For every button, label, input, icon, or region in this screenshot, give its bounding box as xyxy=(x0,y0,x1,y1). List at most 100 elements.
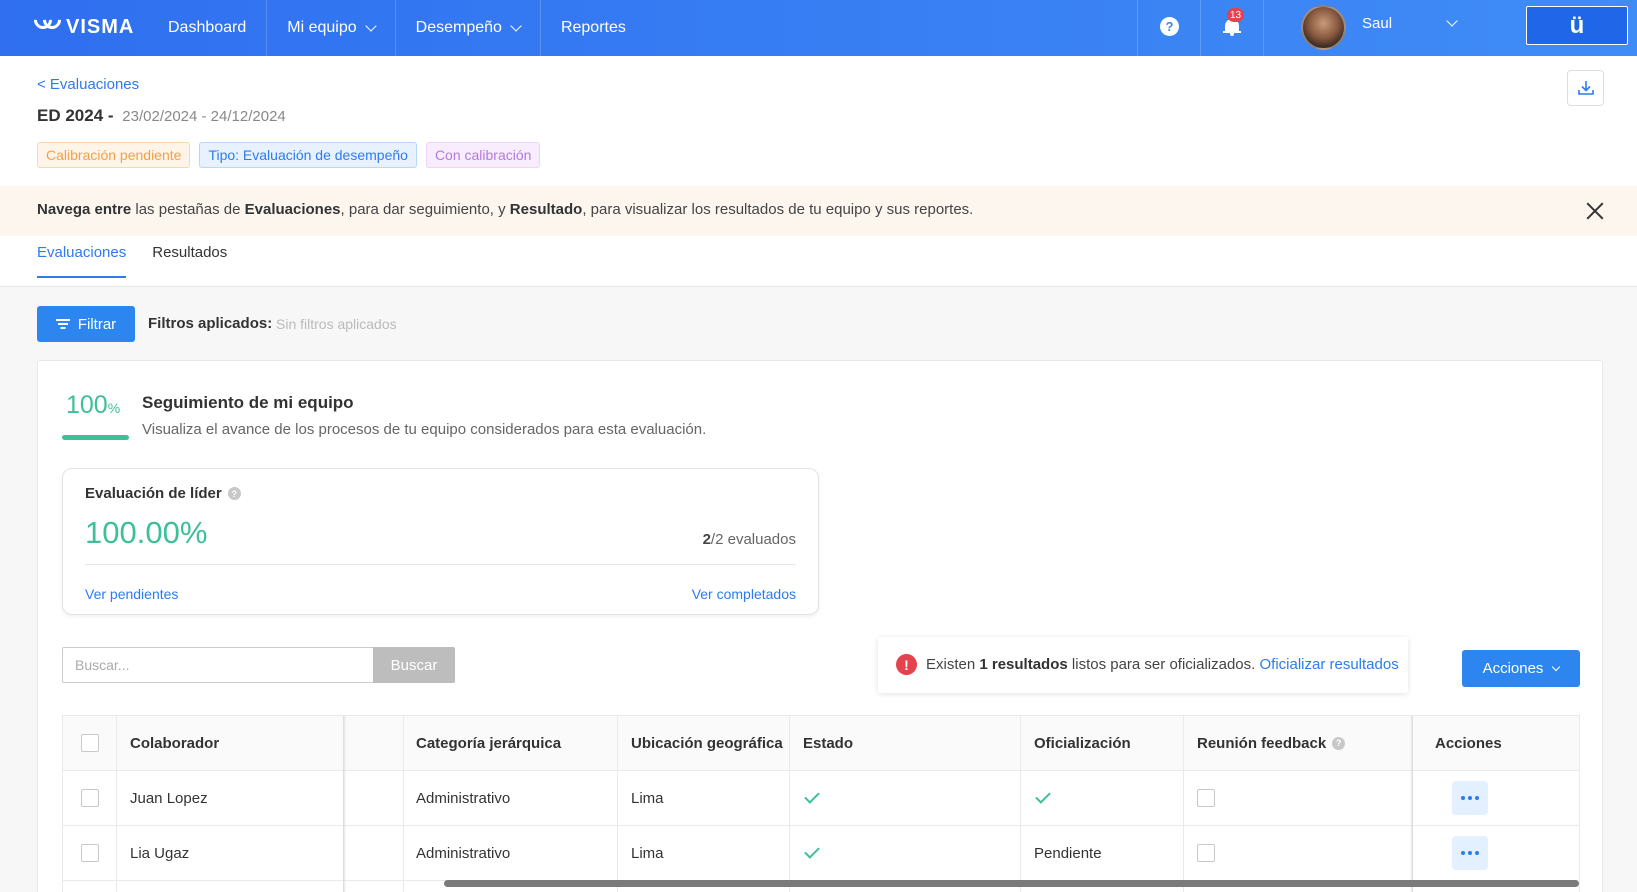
view-pending-link[interactable]: Ver pendientes xyxy=(85,586,178,602)
feedback-checkbox[interactable] xyxy=(1197,844,1215,862)
divider xyxy=(1200,0,1201,56)
header-ubicacion[interactable]: Ubicación geográfica xyxy=(631,716,783,770)
cell-colaborador[interactable]: Juan Lopez xyxy=(130,771,208,825)
tab-resultados[interactable]: Resultados xyxy=(152,244,227,278)
info-banner: Navega entre las pestañas de Evaluacione… xyxy=(0,186,1637,236)
nav-item-label: Desempeño xyxy=(415,19,502,36)
close-icon[interactable] xyxy=(1586,202,1604,220)
header-reunion-label: Reunión feedback xyxy=(1197,734,1327,752)
divider xyxy=(1137,0,1138,56)
tracking-percent: 100% xyxy=(66,391,120,420)
frozen-column-shadow xyxy=(343,716,346,892)
cell-colaborador[interactable]: Lia Ugaz xyxy=(130,826,189,880)
nav-item-desempeno[interactable]: Desempeño xyxy=(396,0,541,56)
column-divider xyxy=(116,716,117,892)
more-actions-button[interactable] xyxy=(1452,781,1488,815)
team-tracking-card: 100% Seguimiento de mi equipo Visualiza … xyxy=(37,360,1603,892)
evaluated-count-total: /2 evaluados xyxy=(710,531,796,548)
leader-evaluation-title-text: Evaluación de líder xyxy=(85,485,222,502)
download-icon xyxy=(1577,81,1594,95)
tracking-progress-bar xyxy=(62,435,129,440)
tracking-percent-value: 100 xyxy=(66,391,108,419)
help-icon[interactable]: ? xyxy=(1332,736,1346,750)
cell-oficializacion: Pendiente xyxy=(1034,844,1102,862)
banner-text-part: , para visualizar los resultados de tu e… xyxy=(582,201,974,218)
download-button[interactable] xyxy=(1567,70,1604,106)
cell-ubicacion: Lima xyxy=(631,844,664,862)
cell-acciones xyxy=(1452,826,1488,880)
header-categoria[interactable]: Categoría jerárquica xyxy=(416,716,561,770)
avatar[interactable] xyxy=(1301,5,1346,50)
main-nav: Dashboard Mi equipo Desempeño Reportes xyxy=(148,0,646,56)
column-divider xyxy=(617,716,618,892)
actions-dropdown-button[interactable]: Acciones xyxy=(1462,650,1580,687)
cell-estado xyxy=(804,826,820,880)
nav-item-reportes[interactable]: Reportes xyxy=(541,0,646,56)
column-divider xyxy=(403,716,404,892)
status-tags: Calibración pendiente Tipo: Evaluación d… xyxy=(37,142,541,168)
tabs: Evaluaciones Resultados xyxy=(37,244,227,278)
header-reunion-feedback[interactable]: Reunión feedback? xyxy=(1197,716,1346,770)
table-row: Lia Ugaz Administrativo Lima Pendiente xyxy=(63,826,1579,881)
cell-categoria: Administrativo xyxy=(416,789,511,807)
horizontal-scrollbar[interactable] xyxy=(444,880,1579,887)
divider xyxy=(0,286,1637,287)
cell-reunion-feedback xyxy=(1197,826,1215,880)
more-actions-button[interactable] xyxy=(1452,836,1488,870)
filter-icon xyxy=(55,319,70,329)
applied-filters-value: Sin filtros aplicados xyxy=(276,316,397,332)
alert-text-part: listos para ser oficializados. xyxy=(1067,656,1260,673)
help-icon[interactable]: ? xyxy=(227,487,241,500)
banner-text-part: las pestañas de xyxy=(131,201,245,218)
chevron-down-icon xyxy=(1552,662,1561,672)
chevron-down-icon[interactable] xyxy=(1446,15,1458,27)
tab-evaluaciones[interactable]: Evaluaciones xyxy=(37,244,127,278)
section-subtitle: Visualiza el avance de los procesos de t… xyxy=(142,421,707,438)
page-header: < Evaluaciones ED 2024 - 23/02/2024 - 24… xyxy=(0,56,1637,287)
actions-button-label: Acciones xyxy=(1482,660,1544,677)
view-completed-link[interactable]: Ver completados xyxy=(692,586,796,602)
divider xyxy=(85,564,796,565)
select-all-checkbox[interactable] xyxy=(81,734,99,752)
evaluation-name: ED 2024 - xyxy=(37,106,114,125)
row-checkbox[interactable] xyxy=(81,844,99,862)
alert-text-part: Existen xyxy=(926,656,980,673)
check-icon xyxy=(1035,788,1051,804)
filter-button[interactable]: Filtrar xyxy=(37,306,135,342)
logo-text: VISMA xyxy=(66,15,135,38)
visma-logo-icon xyxy=(30,7,65,35)
user-name[interactable]: Saul xyxy=(1362,15,1392,32)
app-switcher-button[interactable]: ü xyxy=(1526,6,1628,45)
search-button[interactable]: Buscar xyxy=(373,647,455,683)
cell-estado xyxy=(804,771,820,825)
visma-logo[interactable]: VISMA xyxy=(30,7,135,39)
table-header: Colaborador Categoría jerárquica Ubicaci… xyxy=(63,716,1579,771)
cell-oficializacion xyxy=(1035,771,1051,825)
help-icon[interactable]: ? xyxy=(1160,17,1179,36)
error-icon: ! xyxy=(896,654,917,675)
nav-item-label: Mi equipo xyxy=(287,19,357,36)
check-icon xyxy=(804,788,820,804)
nav-item-mi-equipo[interactable]: Mi equipo xyxy=(267,0,396,56)
cell-reunion-feedback xyxy=(1197,771,1215,825)
officialize-alert: ! Existen 1 resultados listos para ser o… xyxy=(878,637,1408,693)
header-oficializacion[interactable]: Oficialización xyxy=(1034,716,1131,770)
search-input[interactable] xyxy=(62,647,373,683)
calibration-badge: Con calibración xyxy=(425,142,541,168)
breadcrumb-back-link[interactable]: < Evaluaciones xyxy=(37,76,139,93)
feedback-checkbox[interactable] xyxy=(1197,789,1215,807)
cell-ubicacion: Lima xyxy=(631,789,664,807)
evaluated-count-done: 2 xyxy=(702,531,711,548)
applied-filters-label: Filtros aplicados: xyxy=(148,315,273,332)
officialize-results-link[interactable]: Oficializar resultados xyxy=(1259,656,1398,673)
frozen-column-shadow xyxy=(1410,716,1413,892)
header-estado[interactable]: Estado xyxy=(803,716,853,770)
leader-evaluation-card: Evaluación de líder ? 100.00% 2/2 evalua… xyxy=(62,468,819,615)
table-row: Juan Lopez Administrativo Lima xyxy=(63,771,1579,826)
nav-item-dashboard[interactable]: Dashboard xyxy=(148,0,268,56)
banner-text-bold: Navega entre xyxy=(37,201,132,218)
banner-text-part: , para dar seguimiento, y xyxy=(340,201,510,218)
row-checkbox[interactable] xyxy=(81,789,99,807)
notification-badge: 13 xyxy=(1227,8,1245,22)
header-colaborador[interactable]: Colaborador xyxy=(130,716,219,770)
